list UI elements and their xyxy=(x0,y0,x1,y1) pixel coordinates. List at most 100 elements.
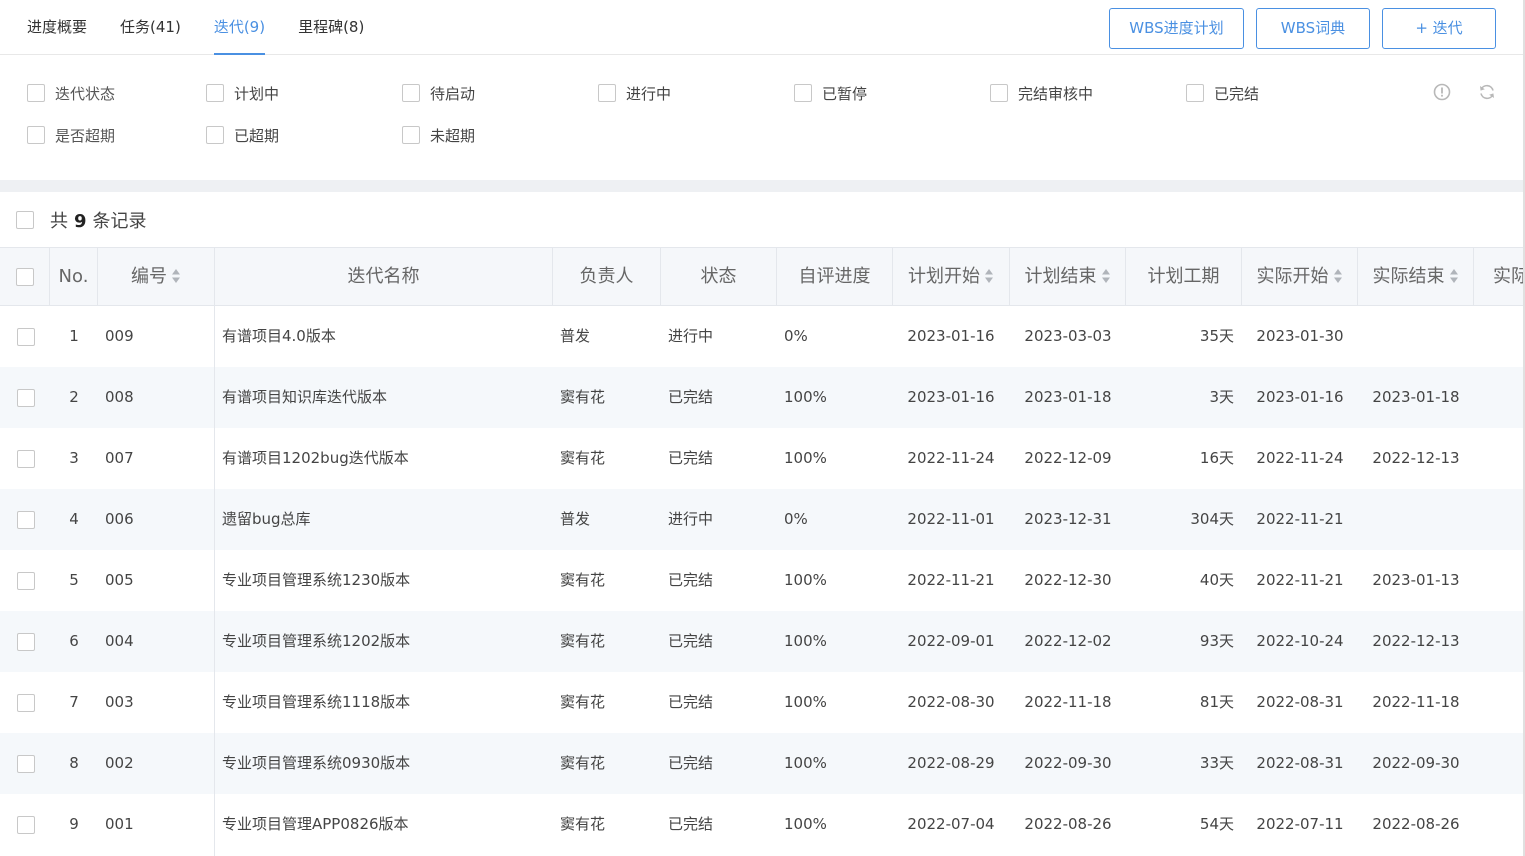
row-checkbox[interactable] xyxy=(17,754,35,773)
table-row[interactable]: 6 004 专业项目管理系统1202版本 窦有花 已完结 100% 2022-0… xyxy=(0,611,1525,672)
checkbox[interactable] xyxy=(598,84,616,102)
cell-progress: 100% xyxy=(784,754,827,772)
cell-progress: 0% xyxy=(784,327,808,345)
cell-plan-start: 2022-11-24 xyxy=(907,449,995,467)
add-iteration-button[interactable]: + 迭代 xyxy=(1382,8,1496,49)
filter-status-paused[interactable]: 已暂停 xyxy=(794,82,990,104)
cell-actual-end: 2023-01-13 xyxy=(1372,571,1460,589)
cell-owner: 窦有花 xyxy=(560,632,606,650)
header-plan-end[interactable]: 计划结束 xyxy=(1010,248,1126,305)
header-select-all-checkbox[interactable] xyxy=(15,268,34,286)
tab-milestones[interactable]: 里程碑(8) xyxy=(298,0,364,55)
row-checkbox[interactable] xyxy=(17,693,35,712)
sort-icon[interactable] xyxy=(984,268,994,284)
row-checkbox-cell xyxy=(17,306,37,367)
header-actual-start[interactable]: 实际开始 xyxy=(1242,248,1358,305)
header-actual-start-label: 实际开始 xyxy=(1256,266,1329,287)
cell-name[interactable]: 专业项目管理系统1202版本 xyxy=(222,611,547,672)
filter-status-all[interactable]: 迭代状态 xyxy=(27,82,206,104)
checkbox[interactable] xyxy=(27,84,45,102)
header-actual-end[interactable]: 实际结束 xyxy=(1358,248,1474,305)
table-row[interactable]: 1 009 有谱项目4.0版本 普发 进行中 0% 2023-01-16 202… xyxy=(0,306,1525,367)
cell-name[interactable]: 专业项目管理系统1118版本 xyxy=(222,672,547,733)
header-code[interactable]: 编号 xyxy=(98,248,215,305)
cell-plan-start: 2022-07-04 xyxy=(907,815,995,833)
row-checkbox-cell xyxy=(17,733,37,794)
row-checkbox[interactable] xyxy=(17,388,35,407)
cell-no: 5 xyxy=(69,571,79,589)
cell-owner: 窦有花 xyxy=(560,571,606,589)
sort-icon[interactable] xyxy=(1449,268,1459,284)
table-row[interactable]: 9 001 专业项目管理APP0826版本 窦有花 已完结 100% 2022-… xyxy=(0,794,1525,855)
select-all-checkbox[interactable] xyxy=(16,210,34,229)
tab-tasks[interactable]: 任务(41) xyxy=(120,0,181,55)
cell-name[interactable]: 专业项目管理系统0930版本 xyxy=(222,733,547,794)
tab-list: 进度概要 任务(41) 迭代(9) 里程碑(8) xyxy=(27,0,397,55)
cell-name[interactable]: 有谱项目知识库迭代版本 xyxy=(222,367,547,428)
cell-owner: 窦有花 xyxy=(560,449,606,467)
row-checkbox-cell xyxy=(17,489,37,550)
table-row[interactable]: 4 006 遗留bug总库 普发 进行中 0% 2022-11-01 2023-… xyxy=(0,489,1525,550)
wbs-dictionary-button[interactable]: WBS词典 xyxy=(1256,8,1370,49)
cell-actual-end: 2022-12-13 xyxy=(1372,449,1460,467)
row-checkbox-cell xyxy=(17,550,37,611)
tab-progress-overview[interactable]: 进度概要 xyxy=(27,0,87,55)
checkbox[interactable] xyxy=(794,84,812,102)
cell-name[interactable]: 专业项目管理APP0826版本 xyxy=(222,794,547,855)
tab-iterations[interactable]: 迭代(9) xyxy=(213,0,266,55)
filter-status-completed[interactable]: 已完结 xyxy=(1186,82,1382,104)
action-buttons: WBS进度计划 WBS词典 + 迭代 xyxy=(1097,8,1496,49)
cell-status: 已完结 xyxy=(668,754,714,772)
checkbox[interactable] xyxy=(27,126,45,144)
filter-overdue-yes[interactable]: 已超期 xyxy=(206,124,402,146)
cell-name[interactable]: 有谱项目4.0版本 xyxy=(222,306,547,367)
table-row[interactable]: 3 007 有谱项目1202bug迭代版本 窦有花 已完结 100% 2022-… xyxy=(0,428,1525,489)
table-row[interactable]: 7 003 专业项目管理系统1118版本 窦有花 已完结 100% 2022-0… xyxy=(0,672,1525,733)
overdue-filter-row: 是否超期 已超期 未超期 xyxy=(27,124,598,146)
cell-name[interactable]: 有谱项目1202bug迭代版本 xyxy=(222,428,547,489)
filter-status-planning[interactable]: 计划中 xyxy=(206,82,402,104)
info-icon[interactable] xyxy=(1432,82,1452,102)
record-prefix: 共 xyxy=(50,210,68,232)
table-row[interactable]: 5 005 专业项目管理系统1230版本 窦有花 已完结 100% 2022-1… xyxy=(0,550,1525,611)
cell-name[interactable]: 专业项目管理系统1230版本 xyxy=(222,550,547,611)
table-row[interactable]: 2 008 有谱项目知识库迭代版本 窦有花 已完结 100% 2023-01-1… xyxy=(0,367,1525,428)
header-plan-end-label: 计划结束 xyxy=(1024,266,1097,287)
row-checkbox[interactable] xyxy=(17,632,35,651)
cell-actual-start: 2022-08-31 xyxy=(1256,693,1344,711)
cell-status: 进行中 xyxy=(668,510,714,528)
cell-plan-end: 2022-12-09 xyxy=(1024,449,1112,467)
row-checkbox[interactable] xyxy=(17,327,35,346)
refresh-icon[interactable] xyxy=(1477,82,1497,102)
filter-label: 迭代状态 xyxy=(55,84,116,103)
checkbox[interactable] xyxy=(206,84,224,102)
cell-plan-end: 2022-11-18 xyxy=(1024,693,1112,711)
checkbox[interactable] xyxy=(1186,84,1204,102)
checkbox[interactable] xyxy=(990,84,1008,102)
filter-overdue-all[interactable]: 是否超期 xyxy=(27,124,206,146)
header-plan-start-label: 计划开始 xyxy=(908,266,980,287)
sort-icon[interactable] xyxy=(1333,268,1343,284)
checkbox[interactable] xyxy=(402,84,420,102)
filter-status-review[interactable]: 完结审核中 xyxy=(990,82,1186,104)
wbs-progress-plan-button[interactable]: WBS进度计划 xyxy=(1109,8,1244,49)
filter-status-in-progress[interactable]: 进行中 xyxy=(598,82,794,104)
row-checkbox[interactable] xyxy=(17,571,35,590)
row-checkbox[interactable] xyxy=(17,449,35,468)
cell-code: 002 xyxy=(105,754,134,772)
checkbox[interactable] xyxy=(402,126,420,144)
sort-icon[interactable] xyxy=(171,268,181,284)
header-plan-start[interactable]: 计划开始 xyxy=(893,248,1010,305)
cell-actual-start: 2023-01-16 xyxy=(1256,388,1344,406)
filter-overdue-no[interactable]: 未超期 xyxy=(402,124,598,146)
filter-status-pending[interactable]: 待启动 xyxy=(402,82,598,104)
sort-icon[interactable] xyxy=(1101,268,1111,284)
cell-name[interactable]: 遗留bug总库 xyxy=(222,489,547,550)
checkbox[interactable] xyxy=(206,126,224,144)
record-summary-bar: 共 9 条记录 xyxy=(0,192,1525,247)
cell-plan-duration: 3天 xyxy=(1209,388,1234,406)
row-checkbox[interactable] xyxy=(17,510,35,529)
row-checkbox[interactable] xyxy=(17,815,35,834)
table-row[interactable]: 8 002 专业项目管理系统0930版本 窦有花 已完结 100% 2022-0… xyxy=(0,733,1525,794)
cell-progress: 100% xyxy=(784,449,827,467)
